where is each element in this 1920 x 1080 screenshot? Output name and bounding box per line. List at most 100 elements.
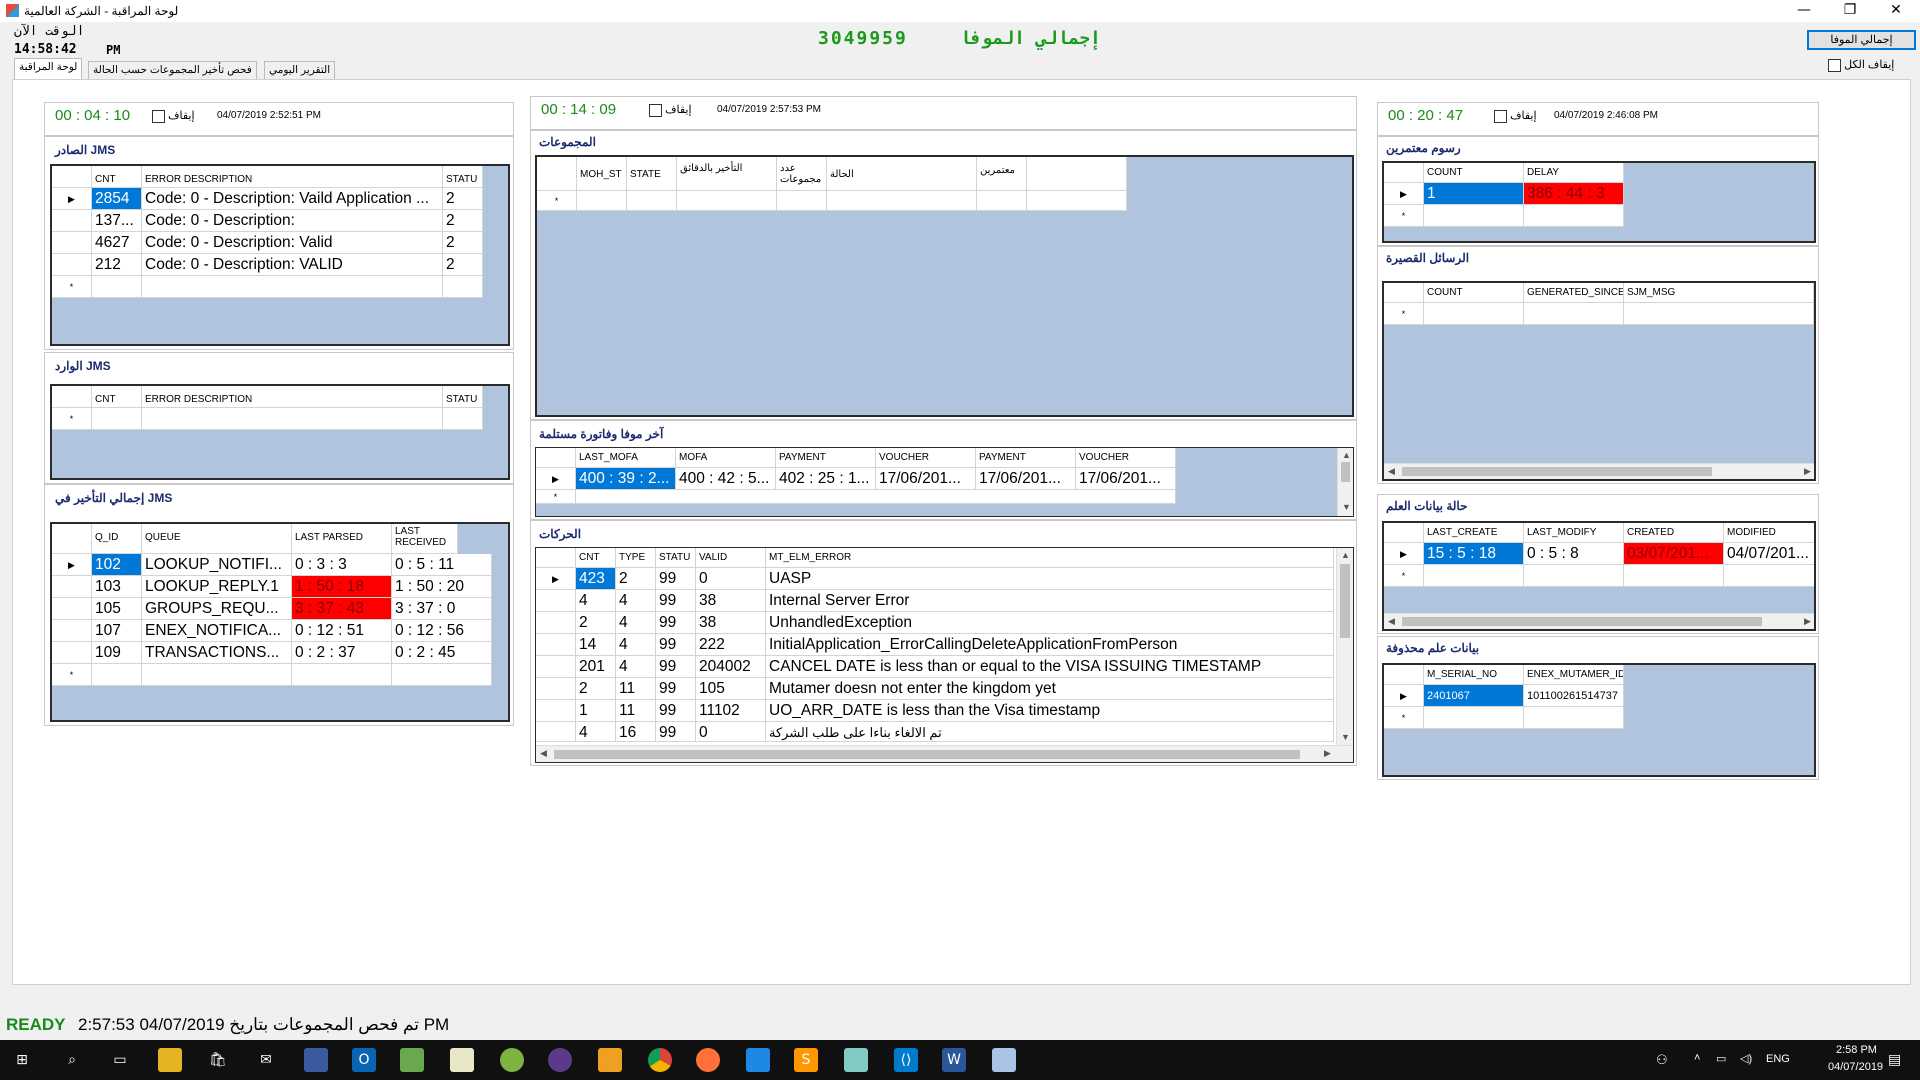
cell-type[interactable]: 11 bbox=[616, 700, 656, 722]
cell-error[interactable]: Code: 0 - Description: VALID bbox=[142, 254, 443, 276]
cell-empty[interactable] bbox=[577, 191, 627, 211]
cell-empty[interactable] bbox=[1624, 303, 1814, 325]
cell-status[interactable]: 99 bbox=[656, 590, 696, 612]
cell-empty[interactable] bbox=[392, 664, 492, 686]
col-header-status[interactable]: STATU bbox=[656, 548, 696, 568]
scroll-down-icon[interactable]: ▼ bbox=[1342, 502, 1351, 512]
checkbox-box[interactable] bbox=[1494, 109, 1507, 123]
checkbox-box[interactable] bbox=[152, 109, 165, 123]
cell-empty[interactable] bbox=[1524, 707, 1624, 729]
scroll-right-icon[interactable]: ▶ bbox=[1324, 748, 1331, 759]
cell-count[interactable]: 1 bbox=[1424, 183, 1524, 205]
cell-cnt[interactable]: 4627 bbox=[92, 232, 142, 254]
jms-delay-grid[interactable]: Q_ID QUEUE LAST PARSED LAST RECEIVED ▶ 1… bbox=[50, 522, 510, 722]
col-header-count[interactable]: COUNT bbox=[1424, 283, 1524, 303]
tab-group-delay[interactable]: فحص تأخير المجموعات حسب الحالة bbox=[88, 61, 257, 80]
cell-valid[interactable]: 222 bbox=[696, 634, 766, 656]
cell-status[interactable]: 99 bbox=[656, 678, 696, 700]
col-header-m-serial-no[interactable]: M_SERIAL_NO bbox=[1424, 665, 1524, 685]
col-header-mt-elm-error[interactable]: MT_ELM_ERROR bbox=[766, 548, 1334, 568]
language-indicator[interactable]: ENG bbox=[1766, 1053, 1790, 1065]
chevron-up-icon[interactable]: ˄ bbox=[1694, 1052, 1700, 1064]
firefox-icon[interactable] bbox=[696, 1048, 720, 1072]
col-header-cnt[interactable]: CNT bbox=[92, 166, 142, 188]
cell-empty[interactable] bbox=[1524, 303, 1624, 325]
cell-status[interactable]: 99 bbox=[656, 568, 696, 590]
minimize-button[interactable]: — bbox=[1781, 0, 1827, 22]
col-header-last-mofa[interactable]: LAST_MOFA bbox=[576, 448, 676, 468]
taskbar-date[interactable]: 04/07/2019 bbox=[1828, 1061, 1883, 1073]
cell-empty[interactable] bbox=[1424, 707, 1524, 729]
col-header-voucher-2[interactable]: VOUCHER bbox=[1076, 448, 1176, 468]
scroll-thumb[interactable] bbox=[554, 750, 1300, 759]
cell-type[interactable]: 16 bbox=[616, 722, 656, 742]
cell-error[interactable]: UASP bbox=[766, 568, 1334, 590]
cell-last-received[interactable]: 0 : 2 : 45 bbox=[392, 642, 492, 664]
cell-type[interactable]: 4 bbox=[616, 612, 656, 634]
col-header-last-create[interactable]: LAST_CREATE bbox=[1424, 523, 1524, 543]
cell-last-mofa[interactable]: 400 : 39 : 2... bbox=[576, 468, 676, 490]
cell-error[interactable]: Code: 0 - Description: bbox=[142, 210, 443, 232]
cell-status[interactable]: 2 bbox=[443, 188, 483, 210]
app6-icon[interactable] bbox=[844, 1048, 868, 1072]
cell-empty[interactable] bbox=[1027, 191, 1127, 211]
cell-empty[interactable] bbox=[627, 191, 677, 211]
col-header-enex-mutamer-id[interactable]: ENEX_MUTAMER_ID bbox=[1524, 665, 1624, 685]
checkbox-box[interactable] bbox=[1828, 58, 1841, 72]
col-header-q-id[interactable]: Q_ID bbox=[92, 524, 142, 554]
word-icon[interactable]: W bbox=[942, 1048, 966, 1072]
cell-queue[interactable]: LOOKUP_REPLY.1 bbox=[142, 576, 292, 598]
cell-valid[interactable]: 105 bbox=[696, 678, 766, 700]
col-header-delay[interactable]: DELAY bbox=[1524, 163, 1624, 183]
vscode-icon[interactable]: ⟨⟩ bbox=[894, 1048, 918, 1072]
cell-valid[interactable]: 0 bbox=[696, 722, 766, 742]
cell-cnt[interactable]: 212 bbox=[92, 254, 142, 276]
notepad-icon[interactable] bbox=[400, 1048, 424, 1072]
col-header-group-count[interactable]: عدد مجموعات bbox=[777, 157, 827, 191]
cell-last-create[interactable]: 15 : 5 : 18 bbox=[1424, 543, 1524, 565]
file-explorer-icon[interactable] bbox=[158, 1048, 182, 1072]
cell-empty[interactable] bbox=[1424, 303, 1524, 325]
scroll-thumb[interactable] bbox=[1341, 462, 1350, 482]
cell-delay[interactable]: 386 : 44 : 3 bbox=[1524, 183, 1624, 205]
cell-last-received[interactable]: 1 : 50 : 20 bbox=[392, 576, 492, 598]
cell-cnt[interactable]: 2 bbox=[576, 612, 616, 634]
cell-mofa[interactable]: 400 : 42 : 5... bbox=[676, 468, 776, 490]
col-header-delay-minutes[interactable]: التأخير بالدقائق bbox=[677, 157, 777, 191]
scroll-thumb[interactable] bbox=[1402, 467, 1712, 476]
scroll-up-icon[interactable]: ▲ bbox=[1341, 550, 1350, 560]
cell-error[interactable]: تم الالغاء بناءا على طلب الشركة bbox=[766, 722, 1334, 742]
horizontal-scrollbar[interactable]: ◀ ▶ bbox=[1384, 613, 1814, 629]
cell-error[interactable]: UnhandledException bbox=[766, 612, 1334, 634]
cell-status[interactable]: 2 bbox=[443, 254, 483, 276]
cell-cnt[interactable]: 4 bbox=[576, 590, 616, 612]
col-header-cnt[interactable]: CNT bbox=[576, 548, 616, 568]
cell-empty[interactable] bbox=[443, 276, 483, 298]
cell-cnt[interactable]: 423 bbox=[576, 568, 616, 590]
volume-icon[interactable]: ◁) bbox=[1740, 1052, 1752, 1065]
scroll-thumb[interactable] bbox=[1402, 617, 1762, 626]
cell-last-parsed[interactable]: 1 : 50 : 18 bbox=[292, 576, 392, 598]
jms-incoming-grid[interactable]: CNT ERROR DESCRIPTION STATU * bbox=[50, 384, 510, 480]
cell-cnt[interactable]: 2 bbox=[576, 678, 616, 700]
cell-last-parsed[interactable]: 0 : 12 : 51 bbox=[292, 620, 392, 642]
notes-icon[interactable] bbox=[450, 1048, 474, 1072]
cell-status[interactable]: 99 bbox=[656, 612, 696, 634]
cell-empty[interactable] bbox=[92, 408, 142, 430]
tab-monitoring[interactable]: لوحة المراقبة bbox=[14, 58, 83, 80]
cell-valid[interactable]: 11102 bbox=[696, 700, 766, 722]
cell-empty[interactable] bbox=[92, 276, 142, 298]
cell-type[interactable]: 4 bbox=[616, 590, 656, 612]
cell-error[interactable]: InitialApplication_ErrorCallingDeleteApp… bbox=[766, 634, 1334, 656]
search-icon[interactable]: ⌕ bbox=[60, 1048, 84, 1072]
cell-last-parsed[interactable]: 0 : 3 : 3 bbox=[292, 554, 392, 576]
cell-cnt[interactable]: 137... bbox=[92, 210, 142, 232]
col-header-modified[interactable]: MODIFIED bbox=[1724, 523, 1814, 543]
cell-empty[interactable] bbox=[1624, 565, 1724, 587]
cell-empty[interactable] bbox=[1524, 205, 1624, 227]
flag-status-grid[interactable]: LAST_CREATE LAST_MODIFY CREATED MODIFIED… bbox=[1382, 521, 1816, 631]
cell-queue[interactable]: LOOKUP_NOTIFI... bbox=[142, 554, 292, 576]
cell-created[interactable]: 03/07/201... bbox=[1624, 543, 1724, 565]
app-icon[interactable] bbox=[304, 1048, 328, 1072]
checkbox-box[interactable] bbox=[649, 103, 662, 117]
